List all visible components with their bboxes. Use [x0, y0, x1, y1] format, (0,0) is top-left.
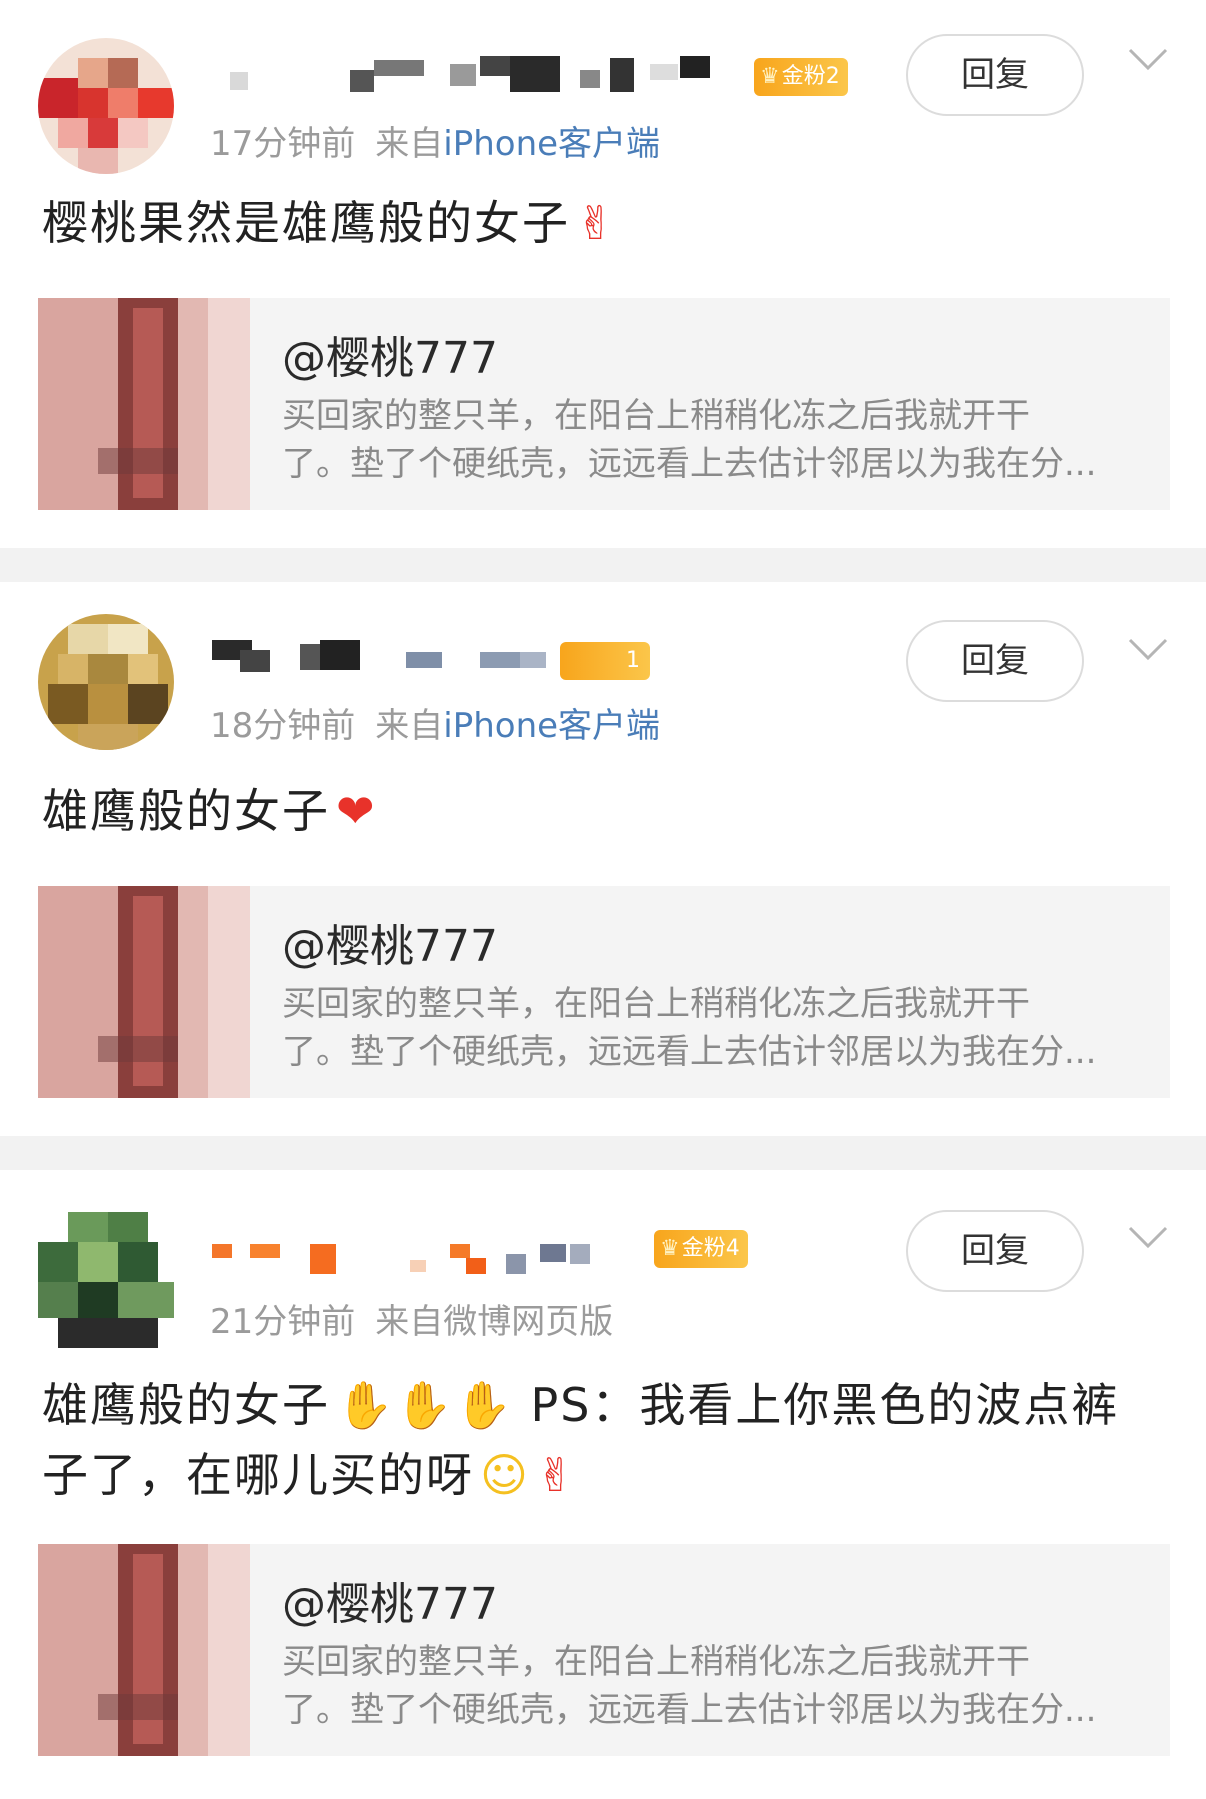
quoted-post-card[interactable]: @樱桃777 买回家的整只羊，在阳台上稍稍化冻之后我就开干 了。垫了个硬纸壳，远… [38, 1544, 1170, 1756]
crown-icon: ♛ [660, 1236, 680, 1261]
fan-badge: ♛金粉2 [754, 58, 848, 96]
blushing-face-icon: ☺ [480, 1448, 530, 1502]
comment-text-body: 子了，在哪儿买的呀 [42, 1448, 474, 1502]
card-desc-line: 了。垫了个硬纸壳，远远看上去估计邻居以为我在分... [282, 1690, 1097, 1730]
finger-heart-icon: ✌ [576, 196, 617, 250]
comment-text-body: 雄鹰般的女子 [42, 1378, 330, 1432]
card-title: @樱桃777 [282, 921, 498, 972]
card-thumbnail-image [38, 298, 250, 510]
comment-text-line: 雄鹰般的女子 ✋✋✋ PS：我看上你黑色的波点裤 [42, 1370, 1164, 1440]
chevron-down-icon[interactable] [1126, 1222, 1170, 1252]
card-desc-line: 买回家的整只羊，在阳台上稍稍化冻之后我就开干 [282, 396, 1030, 436]
card-description: 买回家的整只羊，在阳台上稍稍化冻之后我就开干 了。垫了个硬纸壳，远远看上去估计邻… [282, 980, 1142, 1076]
comment-item-1: ♛金粉2 17分钟前 来自iPhone客户端 回复 樱桃果然是雄鹰般的女子 ✌ @樱… [0, 0, 1206, 548]
quoted-post-card[interactable]: @樱桃777 买回家的整只羊，在阳台上稍稍化冻之后我就开干 了。垫了个硬纸壳，远… [38, 298, 1170, 510]
card-title: @樱桃777 [282, 1579, 498, 1630]
comment-text: 雄鹰般的女子 ✋✋✋ PS：我看上你黑色的波点裤 子了，在哪儿买的呀 ☺ ✌ [42, 1370, 1164, 1510]
fan-badge-label: 1 [626, 648, 640, 673]
clapping-hands-icon: ✋✋✋ [336, 1378, 514, 1432]
post-time: 18分钟前 [210, 706, 356, 746]
crown-icon: ♛ [760, 64, 780, 89]
fan-badge-label: 金粉4 [681, 1236, 740, 1261]
comment-text-body: 雄鹰般的女子 [42, 784, 330, 838]
comment-text-line: 子了，在哪儿买的呀 ☺ ✌ [42, 1440, 1164, 1510]
card-title: @樱桃777 [282, 333, 498, 384]
fan-badge-label: 金粉2 [781, 64, 840, 89]
red-heart-icon: ❤ [336, 784, 377, 838]
comment-text-body: PS：我看上你黑色的波点裤 [530, 1378, 1120, 1432]
finger-heart-icon: ✌ [535, 1448, 577, 1502]
source-prefix: 来自 [375, 124, 444, 164]
source-client-link[interactable]: iPhone客户端 [443, 706, 660, 746]
post-meta: 21分钟前 来自微博网页版 [210, 1294, 613, 1343]
quoted-post-card[interactable]: @樱桃777 买回家的整只羊，在阳台上稍稍化冻之后我就开干 了。垫了个硬纸壳，远… [38, 886, 1170, 1098]
reply-button[interactable]: 回复 [906, 34, 1084, 116]
card-thumbnail-image [38, 1544, 250, 1756]
avatar[interactable] [38, 38, 174, 174]
username-masked[interactable] [210, 630, 570, 680]
card-thumbnail-image [38, 886, 250, 1098]
avatar[interactable] [38, 1212, 174, 1348]
reply-button[interactable]: 回复 [906, 620, 1084, 702]
comment-item-3: ♛金粉4 21分钟前 来自微博网页版 回复 雄鹰般的女子 ✋✋✋ PS：我看上你黑色… [0, 1170, 1206, 1799]
post-meta: 18分钟前 来自iPhone客户端 [210, 698, 660, 747]
chevron-down-icon[interactable] [1126, 44, 1170, 74]
fan-badge: 1 [560, 642, 650, 680]
source-prefix: 来自 [375, 1302, 444, 1342]
card-description: 买回家的整只羊，在阳台上稍稍化冻之后我就开干 了。垫了个硬纸壳，远远看上去估计邻… [282, 392, 1142, 488]
comment-text-body: 樱桃果然是雄鹰般的女子 [42, 196, 570, 250]
comment-item-2: 1 18分钟前 来自iPhone客户端 回复 雄鹰般的女子 ❤ @樱桃777 买回家… [0, 582, 1206, 1136]
comment-text: 樱桃果然是雄鹰般的女子 ✌ [42, 188, 1164, 258]
post-time: 17分钟前 [210, 124, 356, 164]
card-desc-line: 买回家的整只羊，在阳台上稍稍化冻之后我就开干 [282, 1642, 1030, 1682]
card-desc-line: 买回家的整只羊，在阳台上稍稍化冻之后我就开干 [282, 984, 1030, 1024]
post-time: 21分钟前 [210, 1302, 356, 1342]
card-desc-line: 了。垫了个硬纸壳，远远看上去估计邻居以为我在分... [282, 444, 1097, 484]
fan-badge: ♛金粉4 [654, 1230, 748, 1268]
post-meta: 17分钟前 来自iPhone客户端 [210, 116, 660, 165]
avatar[interactable] [38, 614, 174, 750]
reply-button[interactable]: 回复 [906, 1210, 1084, 1292]
source-prefix: 来自 [375, 706, 444, 746]
chevron-down-icon[interactable] [1126, 634, 1170, 664]
card-desc-line: 了。垫了个硬纸壳，远远看上去估计邻居以为我在分... [282, 1032, 1097, 1072]
comment-text: 雄鹰般的女子 ❤ [42, 776, 1164, 846]
source-client-link[interactable]: iPhone客户端 [443, 124, 660, 164]
card-description: 买回家的整只羊，在阳台上稍稍化冻之后我就开干 了。垫了个硬纸壳，远远看上去估计邻… [282, 1638, 1142, 1734]
username-masked[interactable] [210, 50, 750, 100]
username-masked[interactable] [210, 1230, 650, 1280]
source-client[interactable]: 微博网页版 [443, 1302, 613, 1342]
